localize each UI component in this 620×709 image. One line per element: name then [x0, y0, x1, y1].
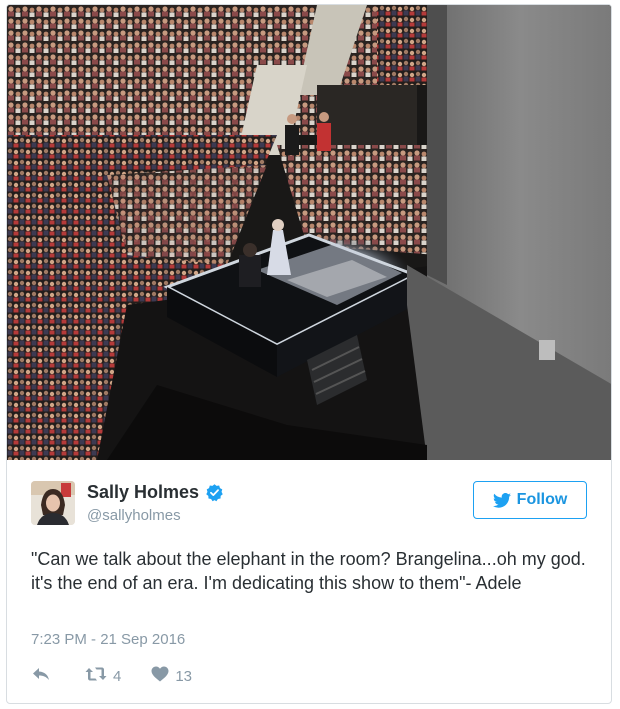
tweet-body: Sally Holmes @sallyholmes Follow "Can we…: [7, 460, 611, 703]
follow-label: Follow: [516, 491, 568, 508]
like-count: 13: [175, 667, 193, 685]
follow-button[interactable]: Follow: [473, 481, 587, 519]
tweet-actions: 4 13: [31, 665, 192, 687]
display-name-row: Sally Holmes: [87, 480, 224, 504]
reply-button[interactable]: [31, 666, 51, 687]
retweet-count: 4: [113, 667, 122, 685]
verified-badge-icon: [205, 483, 224, 502]
retweet-icon: [85, 666, 107, 687]
user-handle[interactable]: @sallyholmes: [87, 507, 224, 524]
retweet-button[interactable]: 4: [85, 666, 121, 687]
heart-icon: [151, 666, 169, 687]
avatar[interactable]: [31, 481, 75, 525]
display-name[interactable]: Sally Holmes: [87, 482, 199, 503]
reply-arrow-icon: [31, 666, 51, 687]
tweet-text: "Can we talk about the elephant in the r…: [31, 549, 586, 593]
tweet-photo[interactable]: [7, 5, 611, 460]
like-button[interactable]: 13: [151, 666, 192, 687]
tweet-author: Sally Holmes @sallyholmes: [87, 480, 224, 524]
tweet-timestamp[interactable]: 7:23 PM - 21 Sep 2016: [31, 631, 185, 648]
twitter-bird-icon: [492, 492, 511, 508]
tweet-card: Sally Holmes @sallyholmes Follow "Can we…: [6, 4, 612, 704]
